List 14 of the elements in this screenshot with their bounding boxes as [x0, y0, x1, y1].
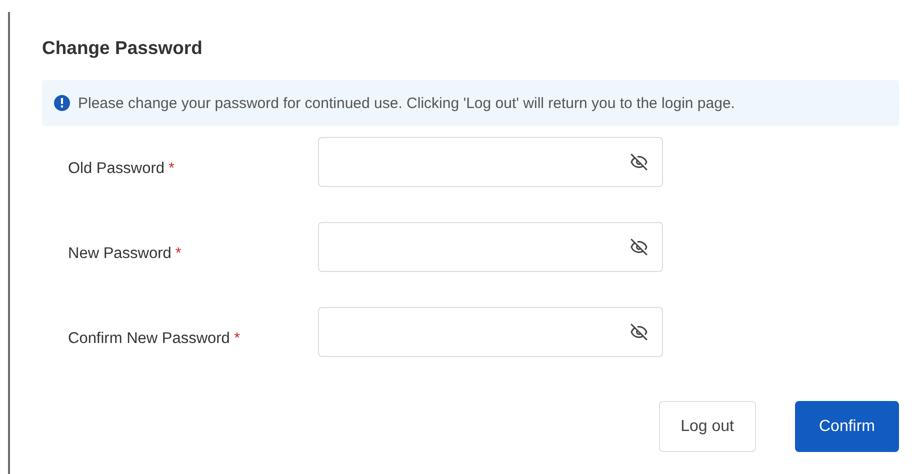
dialog-title: Change Password: [42, 37, 204, 59]
confirm-button[interactable]: Confirm: [794, 401, 899, 452]
info-message: Please change your password for continued use. Clicking 'Log out' will return you to the login page.: [78, 94, 735, 112]
field-label: Confirm New Password *: [68, 329, 241, 348]
logout-button[interactable]: Log out: [658, 401, 756, 452]
eye-slash-icon[interactable]: [630, 238, 648, 256]
password-field[interactable]: [318, 307, 663, 357]
info-icon: [54, 95, 70, 111]
password-field[interactable]: [318, 222, 663, 272]
field-label: New Password *: [68, 244, 182, 263]
password-field[interactable]: [318, 137, 663, 187]
field-label: Old Password *: [68, 159, 176, 178]
eye-slash-icon[interactable]: [630, 153, 648, 171]
eye-slash-icon[interactable]: [630, 323, 648, 341]
